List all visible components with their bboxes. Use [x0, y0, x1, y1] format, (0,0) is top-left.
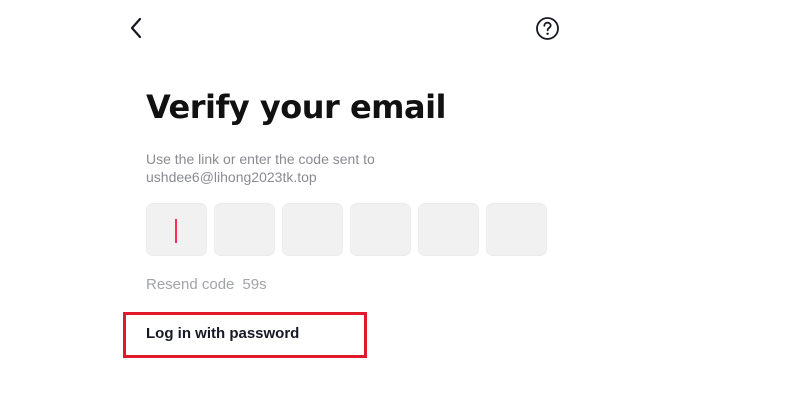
- question-circle-icon: [536, 17, 559, 40]
- email-address: ushdee6@lihong2023tk.top: [146, 169, 317, 185]
- login-with-password-link[interactable]: Log in with password: [146, 325, 299, 342]
- code-digit-box-1[interactable]: [146, 203, 207, 256]
- code-digit-box-3[interactable]: [282, 203, 343, 256]
- help-button[interactable]: [535, 16, 560, 41]
- instruction-line: Use the link or enter the code sent to: [146, 151, 375, 167]
- code-digit-box-5[interactable]: [418, 203, 479, 256]
- code-digit-box-6[interactable]: [486, 203, 547, 256]
- code-digit-box-2[interactable]: [214, 203, 275, 256]
- chevron-left-icon: [130, 17, 142, 39]
- back-button[interactable]: [124, 14, 148, 42]
- resend-code-label: Resend code: [146, 276, 235, 293]
- instruction-text: Use the link or enter the code sent to u…: [146, 150, 466, 186]
- verification-code-input: [146, 203, 547, 256]
- resend-timer: 59s: [242, 276, 267, 293]
- page-title: Verify your email: [146, 88, 447, 126]
- resend-code: Resend code 59s: [146, 276, 267, 293]
- code-digit-box-4[interactable]: [350, 203, 411, 256]
- text-caret: [175, 219, 177, 243]
